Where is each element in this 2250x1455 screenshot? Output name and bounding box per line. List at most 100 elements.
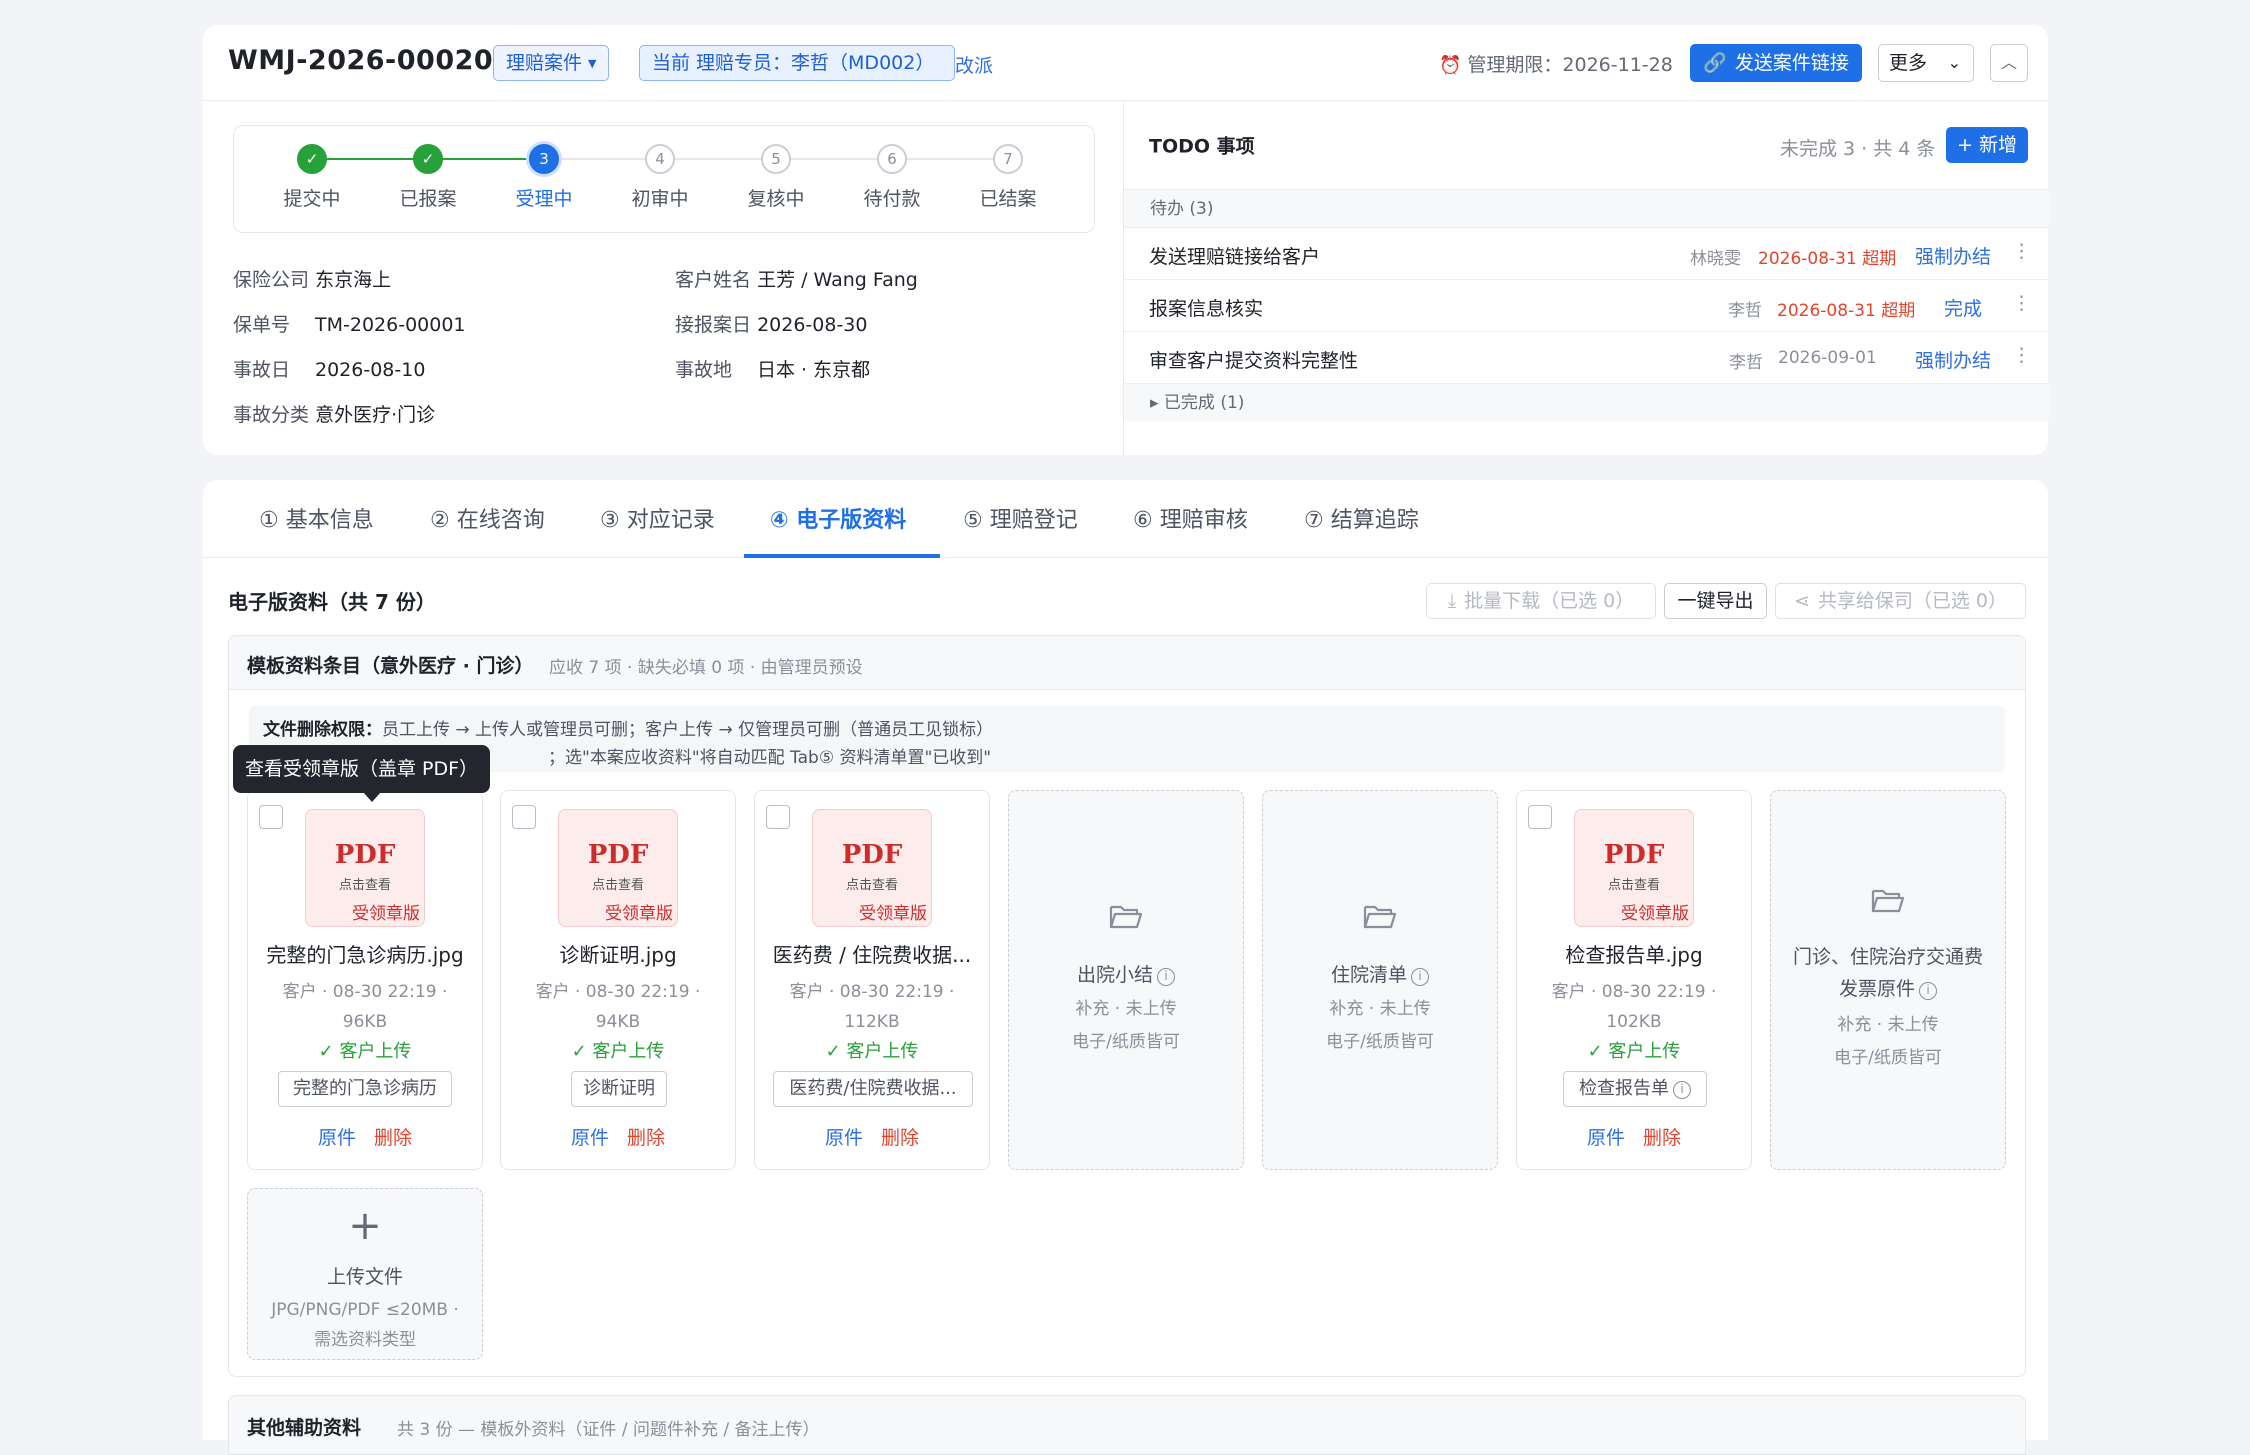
missing-doc-status: 补充 · 未上传 (1837, 1015, 1939, 1035)
step-number: 7 (993, 144, 1023, 174)
todo-count: 未完成 3 · 共 4 条 (1780, 138, 1936, 160)
case-type-dropdown[interactable]: 理赔案件 ▼ (493, 45, 610, 81)
tab-electronic-docs[interactable]: ④ 电子版资料 (770, 502, 906, 534)
todo-row-assignee: 林晓雯 (1690, 249, 1741, 269)
info-key: 事故分类 (233, 404, 310, 426)
other-docs-meta: 共 3 份 — 模板外资料（证件 / 问题件补充 / 备注上传） (397, 1420, 820, 1440)
check-icon: ✓ (297, 144, 327, 174)
add-todo-button[interactable]: + 新增 (1946, 127, 2028, 163)
upload-source: ✓ 客户上传 (825, 1041, 919, 1062)
info-value: 王芳 / Wang Fang (757, 269, 918, 291)
todo-panel: TODO 事项 未完成 3 · 共 4 条 + 新增 待办 (3) 发送理赔链接… (1123, 101, 2049, 455)
more-label: 更多 (1889, 52, 1928, 74)
batch-download-button[interactable]: ⤓ 批量下载（已选 0） (1426, 583, 1656, 619)
info-icon[interactable]: i (1673, 1081, 1691, 1099)
collapse-button[interactable]: ︿ (1990, 44, 2028, 82)
file-name: 诊断证明.jpg (559, 943, 677, 967)
doc-type-tag: 检查报告单 i (1563, 1071, 1707, 1107)
doc-type-tag: 完整的门急诊病历 (278, 1071, 452, 1107)
info-value: TM-2026-00001 (315, 314, 466, 336)
original-link[interactable]: 原件 (825, 1127, 863, 1149)
stamp-label: 受领章版 (605, 904, 673, 924)
delete-link[interactable]: 删除 (881, 1127, 919, 1149)
todo-row-date: 2026-08-31 超期 (1758, 249, 1897, 269)
docs-title: 电子版资料（共 7 份） (228, 590, 436, 614)
force-complete-link[interactable]: 强制办结 (1915, 242, 1991, 269)
pdf-thumbnail[interactable]: PDF 点击查看 受领章版 (812, 809, 932, 927)
select-checkbox[interactable] (1528, 805, 1552, 829)
original-link[interactable]: 原件 (1587, 1127, 1625, 1149)
complete-link[interactable]: 完成 (1944, 294, 1982, 321)
more-vertical-icon[interactable]: ⋮ (2012, 240, 2031, 262)
step-number: 5 (761, 144, 791, 174)
info-value: 东京海上 (315, 269, 392, 291)
select-checkbox[interactable] (766, 805, 790, 829)
upload-source: ✓ 客户上传 (1587, 1041, 1681, 1062)
pdf-thumbnail[interactable]: PDF 点击查看 受领章版 (305, 809, 425, 927)
todo-pending-header: 待办 (3) (1124, 189, 2049, 227)
pdf-thumbnail[interactable]: PDF 点击查看 受领章版 (1574, 809, 1694, 927)
info-value: 日本 · 东京都 (757, 359, 871, 381)
file-meta: 客户 · 08-30 22:19 · 102KB (1551, 982, 1717, 1032)
file-meta: 客户 · 08-30 22:19 · 112KB (789, 982, 955, 1032)
force-complete-link[interactable]: 强制办结 (1915, 346, 1991, 373)
stamp-label: 受领章版 (859, 904, 927, 924)
file-card[interactable]: PDF 点击查看 受领章版 检查报告单.jpg 客户 · 08-30 22:19 ·… (1516, 790, 1752, 1170)
export-button[interactable]: 一键导出 (1664, 583, 1767, 619)
other-docs-title: 其他辅助资料 (247, 1417, 362, 1439)
todo-row-assignee: 李哲 (1729, 353, 1763, 373)
tab-online-consult[interactable]: ② 在线咨询 (430, 502, 545, 534)
more-vertical-icon[interactable]: ⋮ (2012, 292, 2031, 314)
tab-claim-registration[interactable]: ⑤ 理赔登记 (963, 502, 1078, 534)
todo-row: 审查客户提交资料完整性 李哲 2026-09-01 强制办结 ⋮ (1124, 331, 2049, 383)
case-summary-panel: WMJ-2026-00020 理赔案件 ▼ 当前 理赔专员：李哲（MD002） 改… (203, 25, 2049, 455)
delete-permission-notice: 文件删除权限：员工上传 → 上传人或管理员可删；客户上传 → 仅管理员可删（普通… (249, 706, 2005, 772)
info-accident-date: 事故日 2026-08-10 (233, 355, 425, 382)
tab-records[interactable]: ③ 对应记录 (600, 502, 715, 534)
select-checkbox[interactable] (512, 805, 536, 829)
missing-doc-card[interactable]: 住院清单 i 补充 · 未上传 电子/纸质皆可 (1262, 790, 1498, 1170)
upload-hint: JPG/PNG/PDF ≤20MB · 需选资料类型 (271, 1300, 459, 1350)
info-value: 意外医疗·门诊 (315, 404, 436, 426)
share-insurer-button[interactable]: ⋖ 共享给保司（已选 0） (1775, 583, 2026, 619)
pdf-icon: PDF (334, 840, 396, 870)
info-key: 保险公司 (233, 269, 310, 291)
select-checkbox[interactable] (259, 805, 283, 829)
todo-row-date: 2026-09-01 (1778, 348, 1877, 368)
missing-doc-name: 住院清单 (1330, 964, 1407, 986)
more-vertical-icon[interactable]: ⋮ (2012, 344, 2031, 366)
tab-basic-info[interactable]: ① 基本信息 (259, 502, 374, 534)
delete-link[interactable]: 删除 (374, 1127, 412, 1149)
reassign-link[interactable]: 改派 (955, 51, 993, 78)
send-case-link-label: 发送案件链接 (1734, 52, 1849, 74)
delete-link[interactable]: 删除 (1643, 1127, 1681, 1149)
tab-claim-review[interactable]: ⑥ 理赔审核 (1133, 502, 1248, 534)
original-link[interactable]: 原件 (571, 1127, 609, 1149)
upload-file-card[interactable]: + 上传文件 JPG/PNG/PDF ≤20MB · 需选资料类型 (247, 1188, 483, 1360)
upload-source: ✓ 客户上传 (318, 1041, 412, 1062)
file-card[interactable]: PDF 点击查看 受领章版 医药费 / 住院费收据... 客户 · 08-30 22… (754, 790, 990, 1170)
template-header: 模板资料条目（意外医疗 · 门诊） 应收 7 项 · 缺失必填 0 项 · 由管… (229, 636, 2025, 690)
info-icon[interactable]: i (1411, 968, 1429, 986)
info-icon[interactable]: i (1157, 968, 1175, 986)
file-name: 检查报告单.jpg (1565, 943, 1703, 967)
info-insurer: 保险公司 东京海上 (233, 265, 391, 292)
check-icon: ✓ (413, 144, 443, 174)
batch-download-label: 批量下载（已选 0） (1464, 590, 1635, 612)
missing-doc-card[interactable]: 门诊、住院治疗交通费发票原件 i 补充 · 未上传 电子/纸质皆可 (1770, 790, 2006, 1170)
send-case-link-button[interactable]: 🔗 发送案件链接 (1690, 44, 1862, 82)
pdf-thumbnail[interactable]: PDF 点击查看 受领章版 (558, 809, 678, 927)
step-label: 已结案 (979, 188, 1037, 210)
file-card[interactable]: PDF 点击查看 受领章版 诊断证明.jpg 客户 · 08-30 22:19 · … (500, 790, 736, 1170)
todo-row-title: 报案信息核实 (1149, 298, 1264, 320)
more-button[interactable]: 更多 ⌄ (1878, 44, 1974, 82)
info-value: 2026-08-10 (315, 359, 426, 381)
file-card[interactable]: PDF 点击查看 受领章版 完整的门急诊病历.jpg 客户 · 08-30 22:1… (247, 790, 483, 1170)
missing-doc-card[interactable]: 出院小结 i 补充 · 未上传 电子/纸质皆可 (1008, 790, 1244, 1170)
delete-link[interactable]: 删除 (627, 1127, 665, 1149)
info-icon[interactable]: i (1919, 982, 1937, 1000)
todo-completed-toggle[interactable]: ▸ 已完成 (1) (1124, 383, 2049, 421)
original-link[interactable]: 原件 (318, 1127, 356, 1149)
notice-label: 文件删除权限： (263, 720, 382, 740)
tab-settlement[interactable]: ⑦ 结算追踪 (1304, 502, 1419, 534)
